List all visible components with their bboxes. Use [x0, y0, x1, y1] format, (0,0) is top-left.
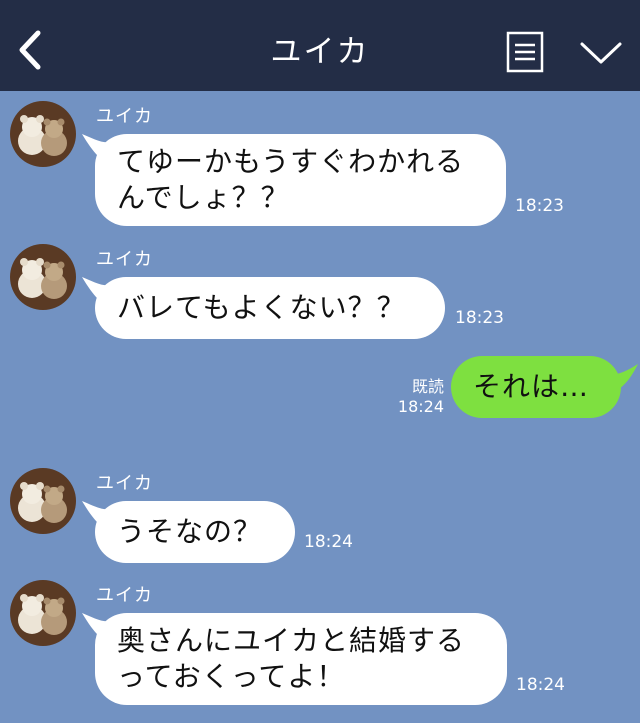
message-text-line: んでしょ？？ [117, 181, 290, 214]
avatar[interactable] [10, 580, 76, 646]
teddy-bear-avatar-icon [10, 468, 76, 534]
message-time: 18:23 [515, 196, 564, 216]
message-text-line: てゆーかもうすぐわかれる [117, 145, 465, 178]
message-time: 18:24 [516, 675, 565, 695]
message-text-line: っておくってよ！ [117, 660, 346, 693]
message-text-line: うそなの？ [117, 515, 263, 548]
sender-name: ユイカ [96, 473, 153, 494]
teddy-bear-avatar-icon [10, 101, 76, 167]
message-time: 18:24 [304, 532, 353, 552]
menu-icon[interactable] [506, 31, 544, 73]
message-bubble-incoming[interactable]: 奥さんにユイカと結婚する っておくってよ！ [95, 613, 507, 705]
sender-name: ユイカ [96, 106, 153, 127]
avatar[interactable] [10, 101, 76, 167]
avatar[interactable] [10, 468, 76, 534]
teddy-bear-avatar-icon [10, 244, 76, 310]
chat-header: ユイカ [0, 0, 640, 91]
message-text-line: それは… [473, 370, 590, 403]
message-bubble-outgoing[interactable]: それは… [451, 356, 621, 418]
read-status: 既読 [411, 377, 444, 396]
message-time: 18:24 [397, 397, 444, 416]
sender-name: ユイカ [96, 249, 153, 270]
message-text-line: バレてもよくない？？ [117, 291, 406, 324]
message-bubble-incoming[interactable]: バレてもよくない？？ [95, 277, 445, 339]
message-text-line: 奥さんにユイカと結婚する [117, 624, 466, 657]
message-time: 18:23 [455, 308, 504, 328]
avatar[interactable] [10, 244, 76, 310]
chat-title: ユイカ [270, 34, 370, 70]
chevron-down-icon[interactable] [578, 36, 624, 70]
message-bubble-incoming[interactable]: てゆーかもうすぐわかれる んでしょ？？ [95, 134, 506, 226]
sender-name: ユイカ [96, 585, 153, 606]
message-bubble-incoming[interactable]: うそなの？ [95, 501, 295, 563]
read-receipt: 既読 18:24 [396, 377, 444, 417]
teddy-bear-avatar-icon [10, 580, 76, 646]
